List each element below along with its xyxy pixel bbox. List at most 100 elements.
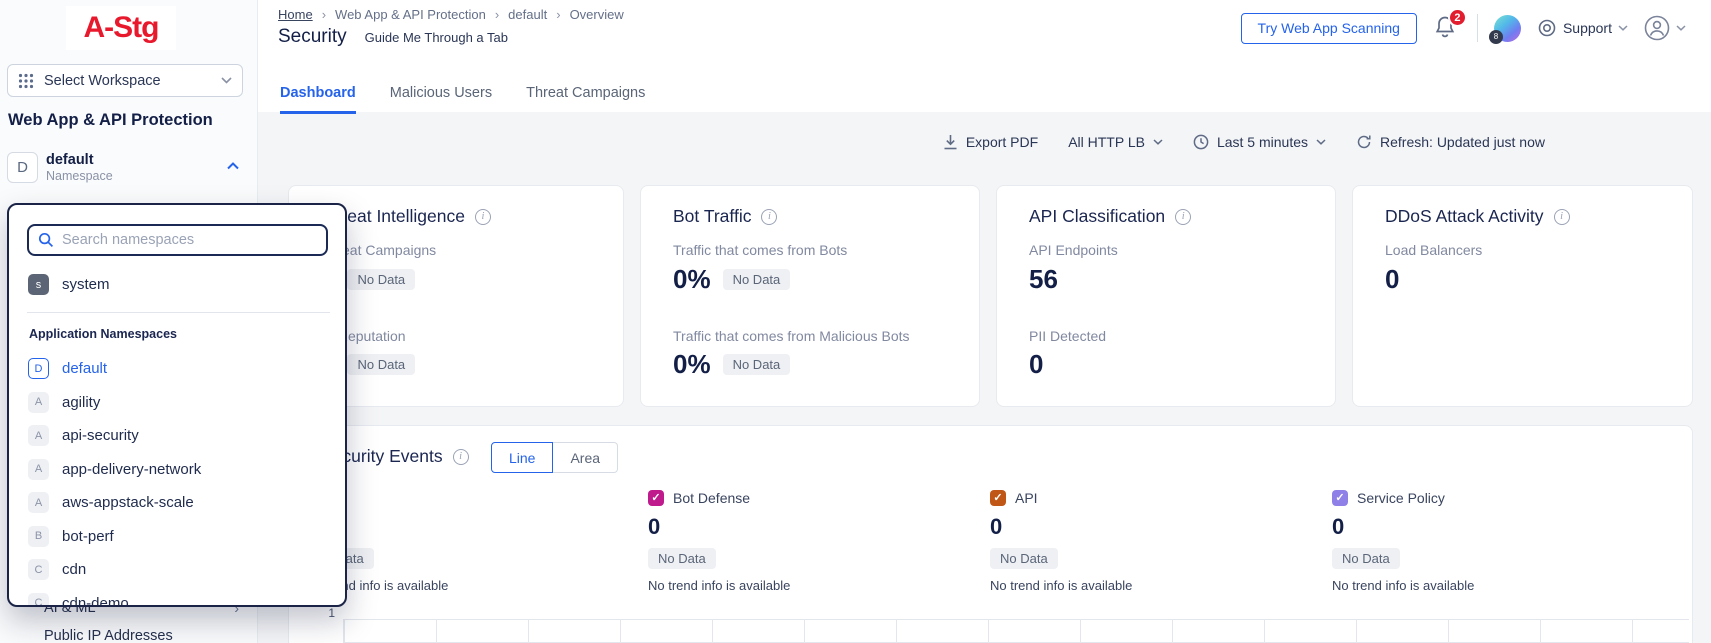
sidebar-item-public-ip-addresses[interactable]: Public IP Addresses — [44, 628, 239, 643]
workspace-selector-label: Select Workspace — [44, 73, 211, 89]
stat-label: PII Detected — [1029, 328, 1106, 344]
series-value: 0 — [1332, 514, 1662, 540]
breadcrumb-default[interactable]: default — [508, 7, 547, 22]
stat-label: API Endpoints — [1029, 242, 1118, 258]
namespace-initial-badge: C — [28, 593, 49, 607]
no-data-badge: No Data — [723, 354, 791, 375]
namespace-option-app-delivery-network[interactable]: A app-delivery-network — [28, 453, 328, 487]
namespace-option-default[interactable]: D default — [28, 352, 328, 386]
namespace-search-input[interactable] — [62, 232, 317, 248]
refresh-icon — [1356, 134, 1372, 150]
series-label: Service Policy — [1357, 490, 1445, 506]
refresh-button[interactable]: Refresh: Updated just now — [1356, 134, 1545, 150]
application-namespaces-heading: Application Namespaces — [29, 327, 177, 341]
user-icon — [1644, 15, 1670, 41]
area-view-button[interactable]: Area — [553, 442, 618, 473]
namespace-option-aws-appstack-scale[interactable]: A aws-appstack-scale — [28, 486, 328, 520]
series-checkbox[interactable]: ✓ — [1332, 490, 1348, 506]
page-title: Security — [278, 26, 347, 48]
series-trend-note: No trend info is available — [648, 578, 978, 593]
namespace-option-label: app-delivery-network — [62, 461, 201, 478]
namespace-option-cdn[interactable]: C cdn — [28, 553, 328, 587]
info-icon[interactable]: i — [761, 209, 777, 225]
guide-me-link[interactable]: Guide Me Through a Tab — [365, 30, 508, 45]
tab-threat-campaigns[interactable]: Threat Campaigns — [526, 85, 645, 114]
legend-column-service-policy: ✓ Service Policy 0 No Data No trend info… — [1332, 489, 1662, 593]
series-value — [306, 514, 636, 540]
breadcrumb-home-link[interactable]: Home — [278, 7, 313, 22]
info-icon[interactable]: i — [475, 209, 491, 225]
support-menu[interactable]: Support — [1537, 18, 1628, 38]
workspace-selector[interactable]: Select Workspace — [7, 64, 243, 97]
card-title: DDoS Attack Activity — [1385, 206, 1544, 227]
lb-filter-label: All HTTP LB — [1068, 134, 1145, 150]
card-title: Bot Traffic — [673, 206, 751, 227]
account-menu[interactable] — [1644, 15, 1686, 41]
line-view-button[interactable]: Line — [491, 442, 553, 473]
namespace-option-cdn-demo[interactable]: C cdn-demo — [28, 587, 328, 608]
events-chart-grid — [343, 619, 1689, 643]
series-checkbox[interactable]: ✓ — [990, 490, 1006, 506]
notifications-button[interactable]: 2 — [1433, 14, 1461, 42]
namespace-option-api-security[interactable]: A api-security — [28, 419, 328, 453]
brand-logo[interactable]: A-Stg — [66, 6, 176, 50]
title-row: Security Guide Me Through a Tab — [278, 26, 508, 48]
chevron-up-icon — [227, 162, 239, 170]
export-pdf-button[interactable]: Export PDF — [943, 134, 1038, 150]
tab-dashboard[interactable]: Dashboard — [280, 85, 356, 114]
cloud-status-button[interactable]: 8 — [1494, 15, 1521, 42]
namespace-options-list: D default A agility A api-security A app… — [28, 352, 328, 607]
namespace-option-label: cdn-demo — [62, 595, 129, 607]
namespace-option-system[interactable]: s system — [28, 274, 110, 295]
info-icon[interactable]: i — [1175, 209, 1191, 225]
try-web-app-scanning-button[interactable]: Try Web App Scanning — [1241, 13, 1417, 44]
series-trend-note: No trend info is available — [990, 578, 1320, 593]
namespace-initial-badge: A — [28, 459, 49, 480]
info-icon[interactable]: i — [453, 449, 469, 465]
time-range-label: Last 5 minutes — [1217, 134, 1308, 150]
support-ring-icon — [1537, 18, 1557, 38]
series-checkbox[interactable]: ✓ — [648, 490, 664, 506]
card-ddos-attack-activity: DDoS Attack Activity i Load Balancers 0 — [1352, 185, 1693, 407]
stat-value: 0% — [673, 264, 711, 295]
namespace-selector[interactable]: D default Namespace — [7, 152, 243, 190]
namespace-option-bot-perf[interactable]: B bot-perf — [28, 520, 328, 554]
dashboard-tabs: Dashboard Malicious Users Threat Campaig… — [280, 85, 645, 114]
export-pdf-label: Export PDF — [966, 134, 1038, 150]
namespace-type-label: Namespace — [46, 169, 113, 183]
breadcrumb-separator: › — [556, 7, 560, 22]
support-label: Support — [1563, 20, 1612, 36]
no-data-badge: No Data — [347, 269, 415, 290]
namespace-option-label: aws-appstack-scale — [62, 494, 194, 511]
chart-view-toggle: Line Area — [491, 442, 618, 473]
namespace-current-name: default — [46, 152, 94, 168]
stat-value: 0% — [673, 349, 711, 380]
legend-column-bot-defense: ✓ Bot Defense 0 No Data No trend info is… — [648, 489, 978, 593]
notification-count-badge: 2 — [1448, 8, 1467, 27]
security-events-panel: Security Events i Line Area ✓ No Data No… — [288, 425, 1693, 643]
namespace-option-agility[interactable]: A agility — [28, 386, 328, 420]
refresh-status-label: Refresh: Updated just now — [1380, 134, 1545, 150]
download-icon — [943, 134, 958, 150]
tab-malicious-users[interactable]: Malicious Users — [390, 85, 492, 114]
lb-filter-dropdown[interactable]: All HTTP LB — [1068, 134, 1163, 150]
clock-icon — [1193, 134, 1209, 150]
no-data-badge: No Data — [723, 269, 791, 290]
main-content: Home › Web App & API Protection › defaul… — [258, 0, 1711, 643]
info-icon[interactable]: i — [1554, 209, 1570, 225]
namespace-search[interactable] — [27, 224, 328, 256]
time-range-dropdown[interactable]: Last 5 minutes — [1193, 134, 1326, 150]
chevron-down-icon — [1676, 25, 1686, 31]
header-actions: Try Web App Scanning 2 8 Support — [1241, 12, 1686, 44]
namespace-option-label: api-security — [62, 427, 139, 444]
chevron-down-icon — [1316, 139, 1326, 145]
no-data-badge: No Data — [990, 548, 1058, 569]
chevron-down-icon — [1618, 25, 1628, 31]
legend-column-api: ✓ API 0 No Data No trend info is availab… — [990, 489, 1320, 593]
breadcrumb-waap[interactable]: Web App & API Protection — [335, 7, 486, 22]
breadcrumb-overview: Overview — [570, 7, 624, 22]
namespace-initial-badge: B — [28, 526, 49, 547]
namespace-initial-badge: D — [28, 358, 49, 379]
y-axis-tick-label: 1 — [311, 606, 335, 620]
legend-column-hidden: ✓ No Data No trend info is available — [306, 489, 636, 593]
